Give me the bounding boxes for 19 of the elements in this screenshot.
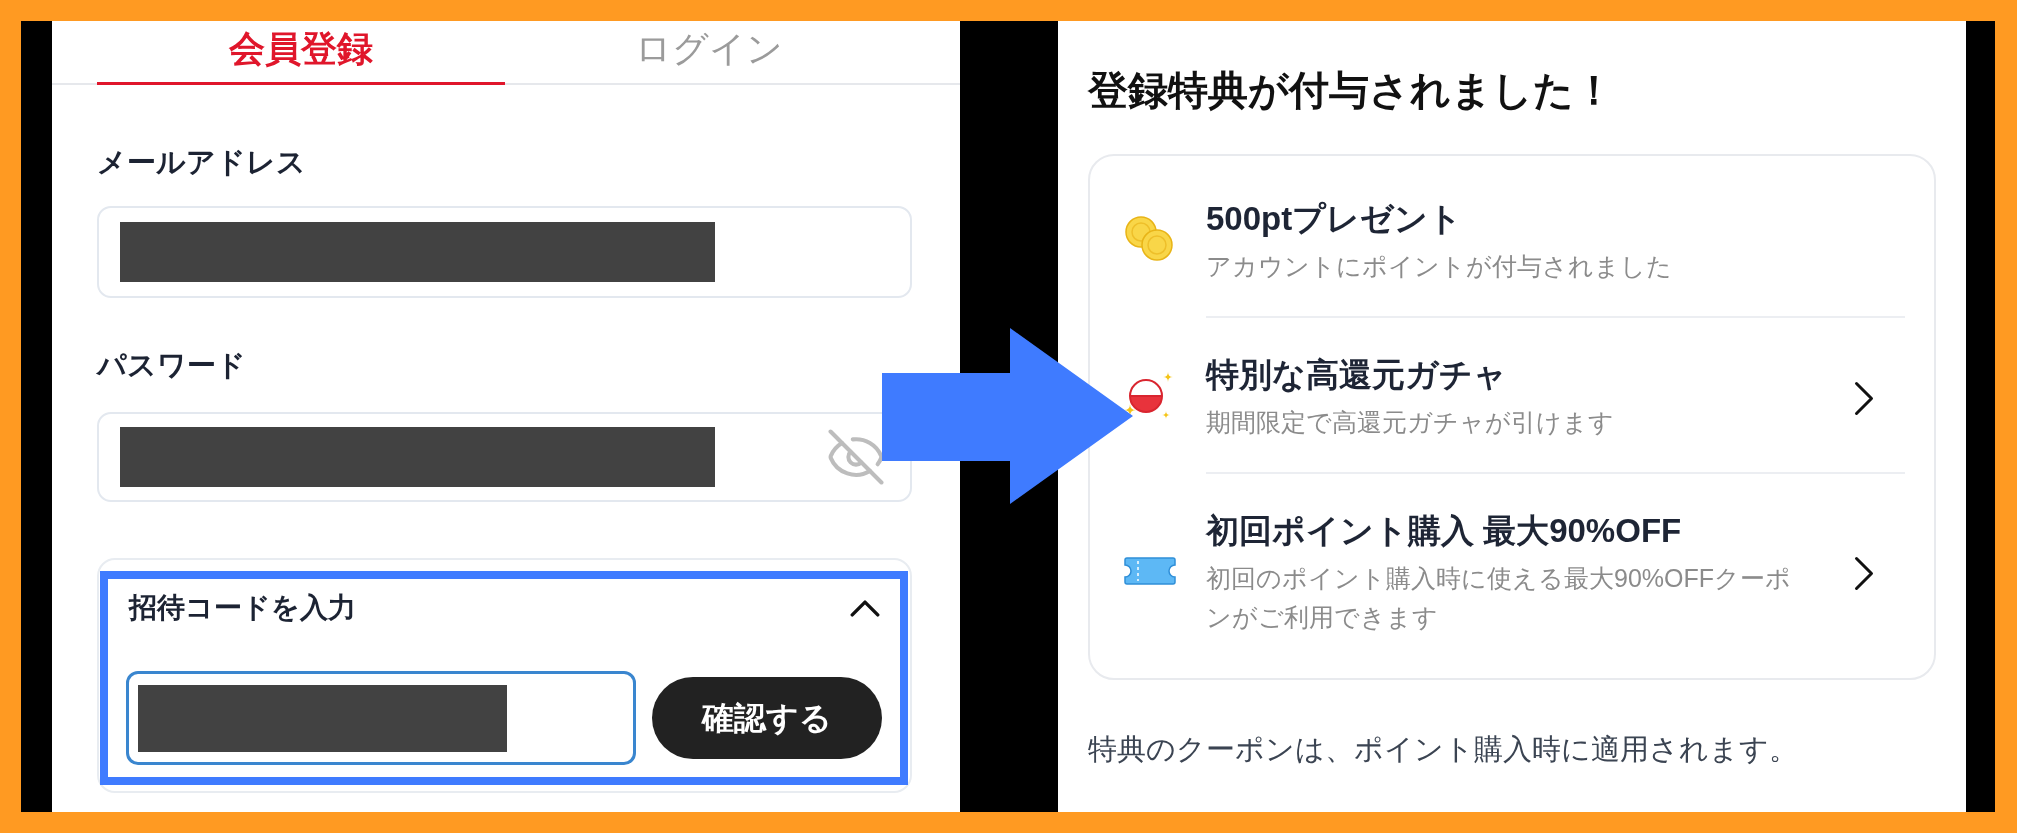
- benefit-title: 初回ポイント購入 最大90%OFF: [1206, 511, 1683, 551]
- confirm-button[interactable]: 確認する: [652, 677, 882, 759]
- benefit-description: アカウントにポイントが付与されました: [1206, 251, 1672, 282]
- email-field[interactable]: [97, 206, 912, 298]
- field-label: パスワード: [97, 348, 247, 383]
- accordion-header[interactable]: 招待コードを入力: [108, 579, 900, 626]
- coins-icon: [1124, 216, 1174, 262]
- password-field[interactable]: [97, 412, 912, 502]
- heading: 登録特典が付与されました！: [1088, 67, 1615, 114]
- benefit-title: 500ptプレゼント: [1206, 199, 1464, 239]
- field-label: メールアドレス: [97, 145, 307, 180]
- note-text: 特典のクーポンは、ポイント購入時に適用されます。: [1088, 732, 1799, 767]
- benefit-description: 初回のポイント購入時に使える最大90%OFFクーポンがご利用できます: [1206, 563, 1793, 633]
- ticket-icon: [1124, 555, 1176, 586]
- tab[interactable]: 会員登録: [97, 21, 505, 85]
- invite-code-field[interactable]: [126, 671, 636, 765]
- eye-off-icon[interactable]: [828, 429, 884, 485]
- benefit-title: 特別な高還元ガチャ: [1206, 355, 1508, 395]
- benefit-description: 期間限定で高還元ガチャが引けます: [1206, 407, 1614, 438]
